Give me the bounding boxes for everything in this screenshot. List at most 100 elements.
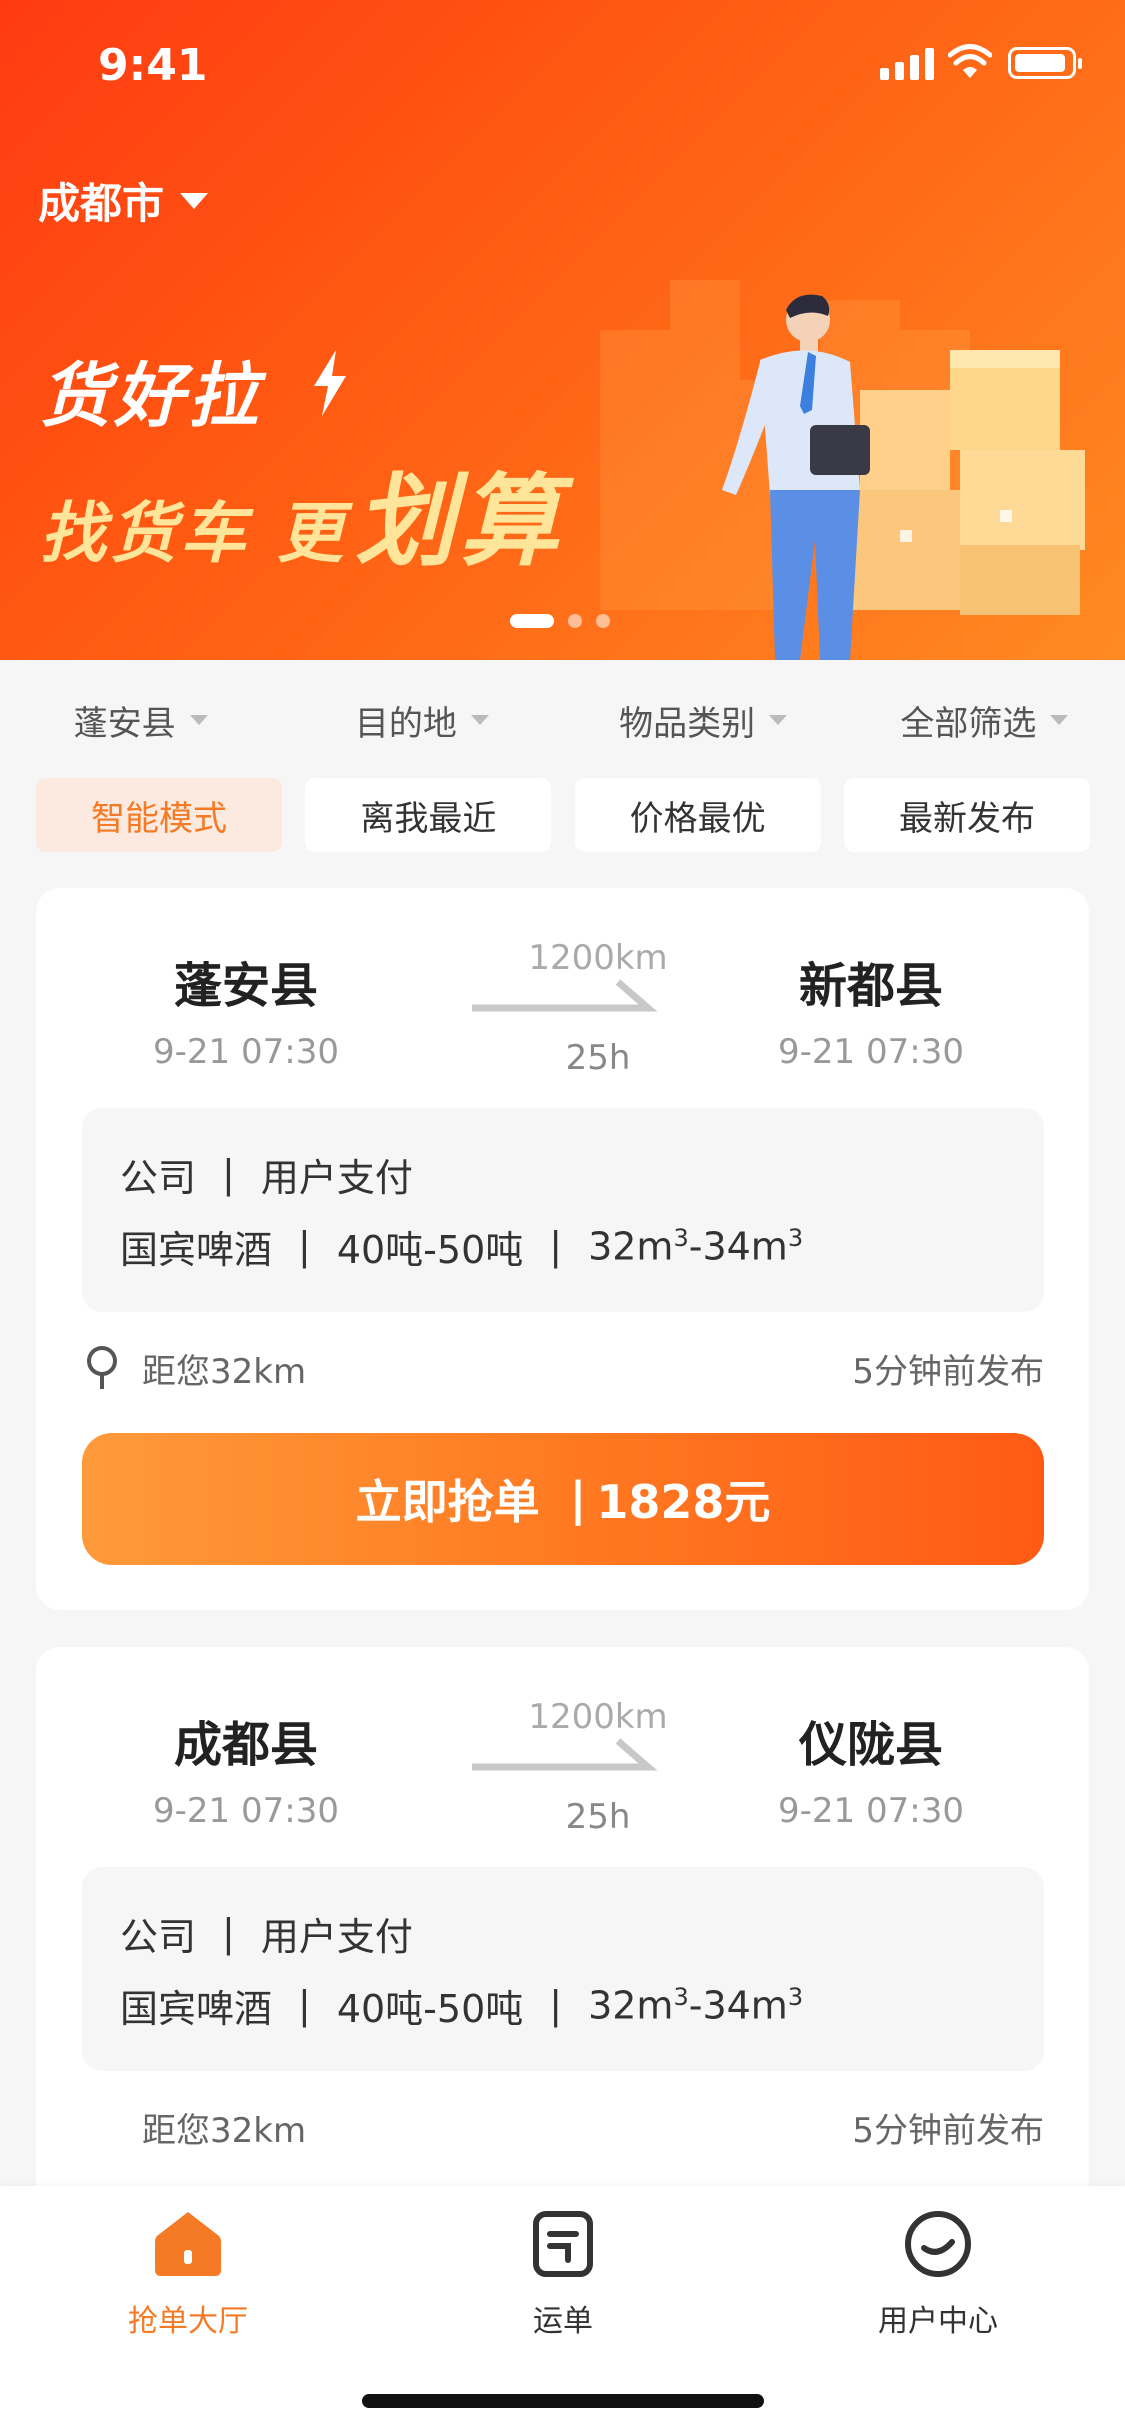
distance-info: 距您32km xyxy=(82,1344,306,1393)
caret-down-icon xyxy=(769,715,788,725)
route-arrow-icon xyxy=(472,979,658,1012)
sort-tabs: 智能模式 离我最近 价格最优 最新发布 xyxy=(36,778,1090,852)
separator: | xyxy=(569,1472,587,1526)
route-distance: 1200km xyxy=(528,938,668,978)
filter-destination[interactable]: 目的地 xyxy=(281,660,562,780)
sort-newest[interactable]: 最新发布 xyxy=(843,778,1090,852)
banner-slogan-part: 找货车 更 xyxy=(40,495,347,572)
separator: | xyxy=(222,1152,235,1196)
banner-slogan-emphasis: 划算 xyxy=(354,463,563,580)
tab-user-center[interactable]: 用户中心 xyxy=(818,2210,1058,2340)
banner[interactable]: 9:41 成都市 货好拉 找货车 更 划算 xyxy=(0,0,1125,660)
volume-exponent: 3 xyxy=(787,1223,804,1252)
posted-time: 5分钟前发布 xyxy=(852,1351,1044,1392)
volume-exponent: 3 xyxy=(673,1982,689,2011)
tab-label: 运单 xyxy=(533,2304,593,2339)
businessman-illustration xyxy=(722,294,870,660)
origin-city: 成都县 xyxy=(173,1717,318,1773)
status-time: 9:41 xyxy=(98,40,208,91)
lightning-icon xyxy=(314,350,346,416)
goods-label: 国宾啤酒 xyxy=(120,1227,273,1272)
tab-waybill[interactable]: 运单 xyxy=(443,2210,683,2340)
carousel-dot-active[interactable] xyxy=(510,614,554,628)
destination-time: 9-21 07:30 xyxy=(778,1032,964,1072)
separator: | xyxy=(298,1983,311,2027)
distance-text: 距您32km xyxy=(142,1351,307,1392)
route-duration: 25h xyxy=(565,1038,631,1078)
order-meta: 距您32km 5分钟前发布 xyxy=(82,1328,1044,1408)
payment-label: 用户支付 xyxy=(260,1155,413,1200)
destination-city: 新都县 xyxy=(798,958,943,1014)
company-label: 公司 xyxy=(120,1155,197,1200)
goods-label: 国宾啤酒 xyxy=(120,1986,273,2031)
weight-label: 40吨-50吨 xyxy=(336,1986,524,2031)
caret-down-icon xyxy=(1050,715,1069,725)
document-icon xyxy=(533,2211,593,2277)
filter-label: 蓬安县 xyxy=(73,703,176,744)
carousel-dot[interactable] xyxy=(596,614,610,628)
posted-time: 5分钟前发布 xyxy=(852,2110,1044,2151)
volume-exponent: 3 xyxy=(673,1223,689,1252)
payer-row: 公司 | 用户支付 xyxy=(120,1138,1006,1210)
filter-origin[interactable]: 蓬安县 xyxy=(0,660,281,780)
origin-time: 9-21 07:30 xyxy=(153,1032,339,1072)
order-card[interactable]: 成都县 9-21 07:30 1200km 25h 仪陇县 9-21 07:30… xyxy=(36,1647,1089,2247)
destination-time: 9-21 07:30 xyxy=(778,1791,964,1831)
separator: | xyxy=(549,1983,563,2027)
city-selector[interactable]: 成都市 xyxy=(38,170,209,231)
battery-icon xyxy=(1008,47,1082,79)
destination-city: 仪陇县 xyxy=(798,1717,943,1773)
banner-slogan-line2: 找货车 更 划算 xyxy=(40,440,563,585)
grab-order-button[interactable]: 立即抢单 | 1828元 xyxy=(82,1433,1044,1565)
goods-row: 国宾啤酒 | 40吨-50吨 | 32m3-34m3 xyxy=(120,1969,1006,2041)
user-smile-icon xyxy=(905,2211,971,2277)
home-icon xyxy=(155,2212,221,2276)
company-label: 公司 xyxy=(120,1914,197,1959)
distance-text: 距您32km xyxy=(142,2110,307,2151)
filter-label: 全部筛选 xyxy=(900,703,1037,744)
filter-all[interactable]: 全部筛选 xyxy=(844,660,1125,780)
caret-down-icon xyxy=(470,715,489,725)
chevron-down-icon xyxy=(180,192,209,209)
route-distance: 1200km xyxy=(528,1697,668,1737)
filter-bar: 蓬安县 目的地 物品类别 全部筛选 xyxy=(0,660,1125,780)
carousel-dot[interactable] xyxy=(568,614,582,628)
origin: 成都县 9-21 07:30 xyxy=(66,1647,426,1831)
sort-smart-mode[interactable]: 智能模式 xyxy=(36,778,282,852)
origin-time: 9-21 07:30 xyxy=(153,1791,339,1831)
weight-label: 40吨-50吨 xyxy=(336,1227,524,1272)
filter-category[interactable]: 物品类别 xyxy=(563,660,844,780)
route: 成都县 9-21 07:30 1200km 25h 仪陇县 9-21 07:30 xyxy=(36,1647,1089,1867)
filter-label: 目的地 xyxy=(354,703,457,744)
tab-order-hall[interactable]: 抢单大厅 xyxy=(68,2210,308,2340)
tab-label: 抢单大厅 xyxy=(128,2304,248,2339)
order-details: 公司 | 用户支付 国宾啤酒 | 40吨-50吨 | 32m3-34m3 xyxy=(82,1108,1044,1312)
carousel-indicator[interactable] xyxy=(510,614,610,628)
home-indicator[interactable] xyxy=(362,2394,764,2408)
wifi-icon xyxy=(948,44,992,78)
signal-icon xyxy=(880,46,934,80)
separator: | xyxy=(298,1224,311,1268)
volume-label: 32m3-34m3 xyxy=(588,1223,804,1269)
order-details: 公司 | 用户支付 国宾啤酒 | 40吨-50吨 | 32m3-34m3 xyxy=(82,1867,1044,2071)
caret-down-icon xyxy=(189,715,208,725)
destination: 新都县 9-21 07:30 xyxy=(691,888,1051,1072)
goods-row: 国宾啤酒 | 40吨-50吨 | 32m3-34m3 xyxy=(120,1210,1006,1282)
order-card[interactable]: 蓬安县 9-21 07:30 1200km 25h 新都县 9-21 07:30… xyxy=(36,888,1089,1610)
payer-row: 公司 | 用户支付 xyxy=(120,1897,1006,1969)
sort-nearest[interactable]: 离我最近 xyxy=(305,778,552,852)
origin-city: 蓬安县 xyxy=(173,958,318,1014)
banner-slogan-line1: 货好拉 xyxy=(40,355,262,437)
sort-best-price[interactable]: 价格最优 xyxy=(574,778,821,852)
volume-max: 34m xyxy=(702,1983,788,2028)
order-meta: 距您32km 5分钟前发布 xyxy=(82,2087,1044,2167)
route-duration: 25h xyxy=(565,1797,631,1837)
distance-info: 距您32km xyxy=(82,2103,306,2152)
order-price: 1828元 xyxy=(596,1475,771,1529)
route: 蓬安县 9-21 07:30 1200km 25h 新都县 9-21 07:30 xyxy=(36,888,1089,1108)
grab-order-label: 立即抢单 xyxy=(355,1475,540,1529)
filter-label: 物品类别 xyxy=(619,703,756,744)
location-pin-icon xyxy=(87,1346,117,1389)
origin: 蓬安县 9-21 07:30 xyxy=(66,888,426,1072)
separator: | xyxy=(549,1224,563,1268)
